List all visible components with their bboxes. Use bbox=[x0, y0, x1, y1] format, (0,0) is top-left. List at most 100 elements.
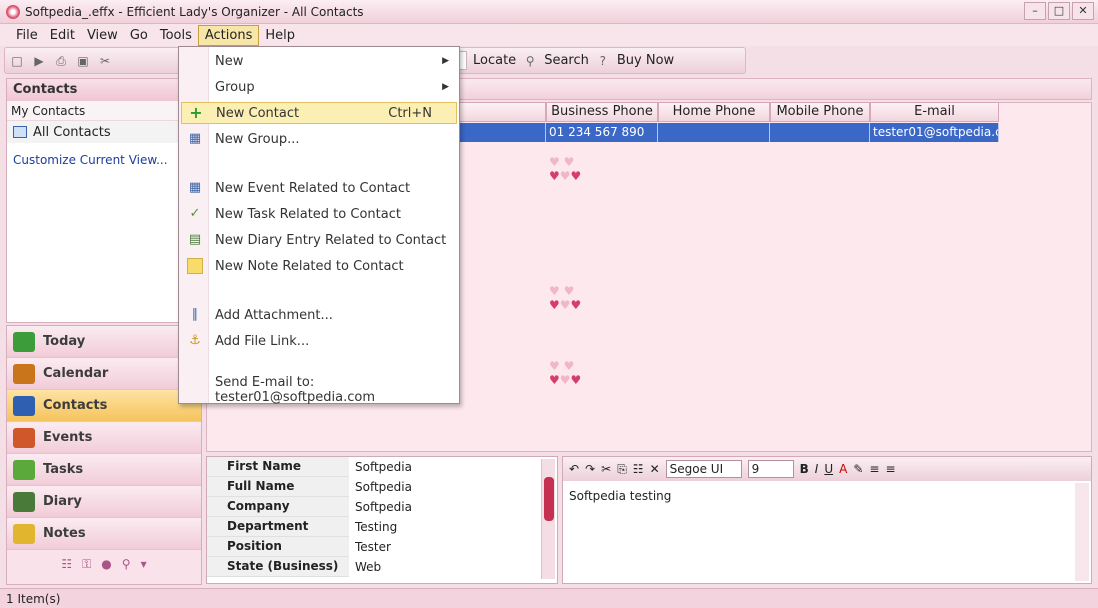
search-button[interactable]: Search bbox=[544, 53, 589, 68]
column-home-phone[interactable]: Home Phone bbox=[658, 102, 770, 122]
menu-label: New Contact bbox=[216, 105, 300, 121]
detail-value[interactable]: Web bbox=[349, 557, 387, 577]
nav-label: Today bbox=[43, 334, 86, 349]
minimize-button[interactable]: – bbox=[1024, 2, 1046, 20]
globe-icon[interactable]: ● bbox=[101, 557, 111, 571]
menu-item-new-contact[interactable]: + New Contact Ctrl+N bbox=[181, 102, 457, 124]
detail-value[interactable]: Testing bbox=[349, 517, 403, 537]
search-icon[interactable]: ⚲ bbox=[522, 53, 538, 69]
align-center-icon[interactable]: ≡ bbox=[885, 462, 895, 476]
nav-label: Tasks bbox=[43, 462, 84, 477]
menu-view[interactable]: View bbox=[81, 26, 124, 45]
menu-item-new-note[interactable]: New Note Related to Contact bbox=[181, 255, 457, 277]
detail-value[interactable]: Softpedia bbox=[349, 477, 418, 497]
preview-icon[interactable]: ▣ bbox=[75, 53, 91, 69]
font-size-select[interactable]: 9 bbox=[747, 460, 794, 478]
blank-icon bbox=[187, 79, 203, 95]
menu-item-group[interactable]: Group ▶ bbox=[181, 76, 457, 98]
menu-bar: File Edit View Go Tools Actions Help bbox=[0, 24, 1098, 46]
menu-item-send-email[interactable]: Send E-mail to: tester01@softpedia.com bbox=[181, 375, 457, 405]
detail-scrollbar[interactable] bbox=[541, 459, 555, 579]
help-icon[interactable]: ? bbox=[595, 53, 611, 69]
delete-icon[interactable]: ✕ bbox=[650, 462, 660, 476]
italic-icon[interactable]: I bbox=[815, 462, 819, 476]
submenu-arrow-icon: ▶ bbox=[442, 82, 449, 92]
notes-text[interactable]: Softpedia testing bbox=[563, 481, 1091, 511]
menu-tools[interactable]: Tools bbox=[154, 26, 198, 45]
menu-item-new-diary[interactable]: ▤ New Diary Entry Related to Contact bbox=[181, 229, 457, 251]
nav-events[interactable]: Events bbox=[7, 422, 201, 454]
group-my-contacts[interactable]: My Contacts bbox=[7, 101, 201, 121]
column-mobile-phone[interactable]: Mobile Phone bbox=[770, 102, 870, 122]
menu-item-new-group[interactable]: ▦ New Group... bbox=[181, 128, 457, 150]
nav-diary[interactable]: Diary bbox=[7, 486, 201, 518]
pane-title: Contacts bbox=[7, 79, 201, 101]
chevron-down-icon[interactable]: ▾ bbox=[141, 557, 147, 571]
underline-icon[interactable]: U bbox=[824, 462, 833, 476]
open-folder-icon[interactable]: ▶ bbox=[31, 53, 47, 69]
clipboard-icon[interactable]: ☷ bbox=[61, 557, 72, 571]
print-icon[interactable]: ⎙ bbox=[53, 53, 69, 69]
nav-tasks[interactable]: Tasks bbox=[7, 454, 201, 486]
menu-go[interactable]: Go bbox=[124, 26, 154, 45]
detail-label: Department bbox=[207, 517, 349, 537]
buy-now-button[interactable]: Buy Now bbox=[617, 53, 674, 68]
undo-icon[interactable]: ↶ bbox=[569, 462, 579, 476]
copy-icon[interactable]: ⎘ bbox=[617, 462, 627, 477]
detail-label: Position bbox=[207, 537, 349, 557]
nav-label: Contacts bbox=[43, 398, 108, 413]
column-business-phone[interactable]: Business Phone bbox=[546, 102, 658, 122]
nav-label: Events bbox=[43, 430, 93, 445]
menu-label: New Note Related to Contact bbox=[215, 258, 404, 274]
scrollbar-thumb[interactable] bbox=[544, 477, 554, 521]
detail-value[interactable]: Tester bbox=[349, 537, 397, 557]
contacts-icon bbox=[13, 395, 35, 416]
cut-icon[interactable]: ✂ bbox=[601, 462, 611, 476]
heart-divider: ♥ ♥ ♥♥♥ bbox=[549, 359, 582, 387]
menu-edit[interactable]: Edit bbox=[44, 26, 81, 45]
menu-actions[interactable]: Actions bbox=[197, 24, 260, 46]
maximize-button[interactable]: □ bbox=[1048, 2, 1070, 20]
new-file-icon[interactable]: □ bbox=[9, 53, 25, 69]
close-button[interactable]: ✕ bbox=[1072, 2, 1094, 20]
menu-label: New Event Related to Contact bbox=[215, 180, 411, 196]
column-email[interactable]: E-mail bbox=[870, 102, 999, 122]
nav-calendar[interactable]: Calendar bbox=[7, 358, 201, 390]
nav-notes[interactable]: Notes bbox=[7, 518, 201, 550]
menu-label: New Task Related to Contact bbox=[215, 206, 401, 222]
menu-item-add-file-link[interactable]: ⚓ Add File Link... bbox=[181, 330, 457, 352]
menu-item-new-task[interactable]: ✓ New Task Related to Contact bbox=[181, 203, 457, 225]
cut-icon[interactable]: ✂ bbox=[97, 53, 113, 69]
detail-label: First Name bbox=[207, 457, 349, 477]
detail-label: Company bbox=[207, 497, 349, 517]
paste-icon[interactable]: ☷ bbox=[633, 462, 644, 476]
menu-item-new-event[interactable]: ▦ New Event Related to Contact bbox=[181, 177, 457, 199]
title-bar: Softpedia_.effx - Efficient Lady's Organ… bbox=[0, 0, 1098, 24]
nav-contacts[interactable]: Contacts bbox=[7, 390, 201, 422]
search-icon[interactable]: ⚲ bbox=[122, 557, 131, 571]
locate-button[interactable]: Locate bbox=[473, 53, 516, 68]
detail-value[interactable]: Softpedia bbox=[349, 497, 418, 517]
notes-scrollbar[interactable] bbox=[1075, 483, 1089, 581]
notes-toolbar: ↶ ↷ ✂ ⎘ ☷ ✕ Segoe UI 9 B I U A ✎ ≡ ≡ bbox=[563, 457, 1091, 481]
detail-value[interactable]: Softpedia bbox=[349, 457, 418, 477]
customize-view-link[interactable]: Customize Current View... bbox=[7, 143, 201, 177]
detail-row: Department Testing bbox=[207, 517, 557, 537]
blank-icon bbox=[187, 382, 203, 398]
add-icon: + bbox=[189, 103, 203, 122]
align-left-icon[interactable]: ≡ bbox=[869, 462, 879, 476]
nav-today[interactable]: Today bbox=[7, 326, 201, 358]
menu-help[interactable]: Help bbox=[259, 26, 301, 45]
font-color-icon[interactable]: A bbox=[839, 462, 847, 476]
key-icon[interactable]: ⚿ bbox=[82, 557, 91, 572]
detail-row: Company Softpedia bbox=[207, 497, 557, 517]
bold-icon[interactable]: B bbox=[800, 462, 809, 476]
menu-file[interactable]: File bbox=[10, 26, 44, 45]
menu-item-new[interactable]: New ▶ bbox=[181, 50, 457, 72]
font-family-select[interactable]: Segoe UI bbox=[665, 460, 742, 478]
menu-label: New bbox=[215, 53, 244, 69]
folder-all-contacts[interactable]: All Contacts bbox=[7, 121, 201, 143]
highlight-icon[interactable]: ✎ bbox=[853, 462, 863, 476]
menu-item-add-attachment[interactable]: ∥ Add Attachment... bbox=[181, 304, 457, 326]
redo-icon[interactable]: ↷ bbox=[585, 462, 595, 476]
